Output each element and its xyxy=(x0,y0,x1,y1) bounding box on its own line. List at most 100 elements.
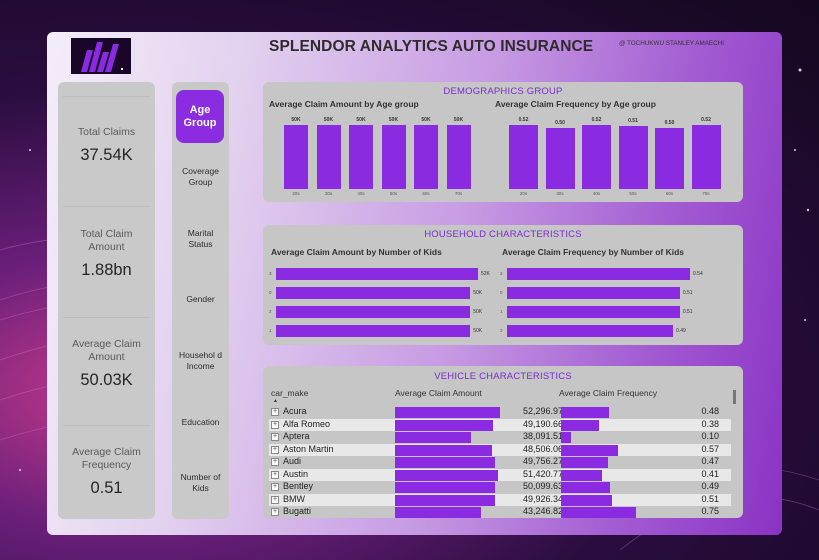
nav-number-of-kids[interactable]: Number of Kids xyxy=(172,472,229,494)
bar-data-label: 50K xyxy=(453,117,464,124)
tick-label: 3 xyxy=(500,271,503,276)
divider xyxy=(63,206,150,207)
nav-age-group[interactable]: Age Group xyxy=(176,90,224,143)
section-title: DEMOGRAPHICS GROUP xyxy=(443,86,563,97)
tick-label: 30s xyxy=(324,191,333,196)
expand-icon[interactable]: + xyxy=(271,470,279,479)
expand-icon[interactable]: + xyxy=(271,408,279,416)
table-scrollbar[interactable] xyxy=(733,390,736,404)
nav-panel: Age Group Coverage Group Marital Status … xyxy=(172,82,229,519)
bar-data-label: 50K xyxy=(388,117,399,124)
frequency-cell: 0.51 xyxy=(701,493,719,504)
frequency-cell: 0.10 xyxy=(701,431,719,441)
chart-bar xyxy=(446,125,471,189)
car-make-cell: Austin xyxy=(283,468,309,479)
chart-bar xyxy=(349,125,373,189)
expand-icon[interactable]: + xyxy=(271,495,279,504)
sort-arrow-icon[interactable]: ▲ xyxy=(273,398,278,404)
kpi-label: Total Claim Amount xyxy=(80,228,133,253)
amount-bar xyxy=(395,494,495,506)
bar-data-label: 0.54 xyxy=(693,271,703,277)
kpi-value: 37.54K xyxy=(80,146,133,164)
table-row[interactable]: + BMW 49,926.34 0.51 xyxy=(269,493,731,506)
table-row[interactable]: + Alfa Romeo 49,190.66 0.38 xyxy=(269,418,731,431)
amount-bar xyxy=(395,507,482,518)
chart-bar xyxy=(381,125,406,189)
divider xyxy=(63,317,150,318)
nav-household-income[interactable]: Househol d Income xyxy=(172,350,229,372)
tick-label: 70s xyxy=(454,191,463,196)
table-row[interactable]: + Acura 52,296.97 0.48 xyxy=(269,406,731,419)
tick-label: 2 xyxy=(269,309,272,314)
column-header-car-make[interactable]: car_make xyxy=(271,388,308,398)
tick-label: 1 xyxy=(269,328,272,333)
table-row[interactable]: + Aptera 38,091.51 0.10 xyxy=(269,431,731,444)
column-header-frequency[interactable]: Average Claim Frequency xyxy=(559,388,657,398)
amount-cell: 49,190.66 xyxy=(522,418,563,429)
expand-icon[interactable]: + xyxy=(271,458,279,466)
column-header-amount[interactable]: Average Claim Amount xyxy=(395,388,482,398)
tick-label: 50s xyxy=(629,191,637,196)
divider xyxy=(63,425,150,426)
table-row[interactable]: + Bugatti 43,246.82 0.75 xyxy=(269,506,731,518)
bar-data-label: 50K xyxy=(473,328,483,334)
frequency-cell: 0.75 xyxy=(701,506,719,516)
page-title: SPLENDOR ANALYTICS AUTO INSURANCE xyxy=(269,38,594,55)
expand-icon[interactable]: + xyxy=(271,433,279,441)
table-row[interactable]: + Audi 49,756.27 0.47 xyxy=(269,456,731,469)
amount-cell: 50,099.63 xyxy=(522,481,563,491)
kpi-average-claim-frequency: Average Claim Frequency 0.51 xyxy=(58,446,155,498)
tick-label: 60s xyxy=(665,191,674,196)
nav-marital-status[interactable]: Marital Status xyxy=(172,228,229,250)
frequency-bar xyxy=(561,469,602,481)
bar-data-label: 50K xyxy=(356,117,366,124)
tick-label: 2 xyxy=(500,328,503,333)
chart-bar xyxy=(276,306,471,318)
kpi-label: Average Claim Frequency xyxy=(72,446,141,471)
bar-data-label: 50K xyxy=(323,117,334,124)
table-row[interactable]: + Bentley 50,099.63 0.49 xyxy=(269,481,731,494)
vehicle-panel: VEHICLE CHARACTERISTICS car_make ▲ Avera… xyxy=(263,366,743,518)
chart-bar xyxy=(507,287,680,299)
car-make-cell: Aptera xyxy=(283,431,310,441)
frequency-bar xyxy=(561,432,571,443)
expand-icon[interactable]: + xyxy=(271,420,279,429)
frequency-bar xyxy=(561,457,608,468)
amount-cell: 52,296.97 xyxy=(522,406,563,416)
chart-bar xyxy=(507,325,674,337)
frequency-bar xyxy=(561,419,599,431)
expand-icon[interactable]: + xyxy=(271,445,279,454)
bar-data-label: 50K xyxy=(421,117,431,124)
bar-data-label: 0.52 xyxy=(591,117,602,124)
chart-bar xyxy=(276,268,478,280)
bar-data-label: 0.51 xyxy=(682,290,693,296)
bar-data-label: 50K xyxy=(291,117,301,124)
nav-gender[interactable]: Gender xyxy=(172,294,229,305)
expand-icon[interactable]: + xyxy=(271,508,279,516)
chart-bar xyxy=(618,126,648,189)
frequency-cell: 0.48 xyxy=(701,406,719,416)
tick-label: 20s xyxy=(292,191,300,196)
bar-data-label: 0.52 xyxy=(701,117,711,124)
expand-icon[interactable]: + xyxy=(271,483,279,491)
car-make-cell: Acura xyxy=(283,406,307,416)
tick-label: 0 xyxy=(269,290,272,295)
table-row[interactable]: + Austin 51,420.77 0.41 xyxy=(269,468,731,481)
tick-label: 30s xyxy=(556,191,564,196)
amount-bar xyxy=(395,444,492,456)
tick-label: 20s xyxy=(519,191,528,196)
kpi-panel: Total Claims 37.54K Total Claim Amount 1… xyxy=(58,82,155,519)
author-credit: @ TOCHUKWU STANLEY AMAECHI xyxy=(619,40,724,47)
frequency-bar xyxy=(561,482,610,493)
bar-data-label: 52K xyxy=(481,271,490,277)
chart-bar xyxy=(276,287,471,299)
nav-education[interactable]: Education xyxy=(172,417,229,428)
nav-coverage-group[interactable]: Coverage Group xyxy=(172,166,229,188)
chart-bar xyxy=(507,306,680,318)
car-make-cell: Aston Martin xyxy=(283,443,334,454)
table-row[interactable]: + Aston Martin 48,506.06 0.57 xyxy=(269,443,731,456)
frequency-bar xyxy=(561,444,618,456)
bar-data-label: 0.49 xyxy=(676,328,686,334)
tick-label: 40s xyxy=(592,191,601,196)
car-make-cell: Audi xyxy=(283,456,302,466)
